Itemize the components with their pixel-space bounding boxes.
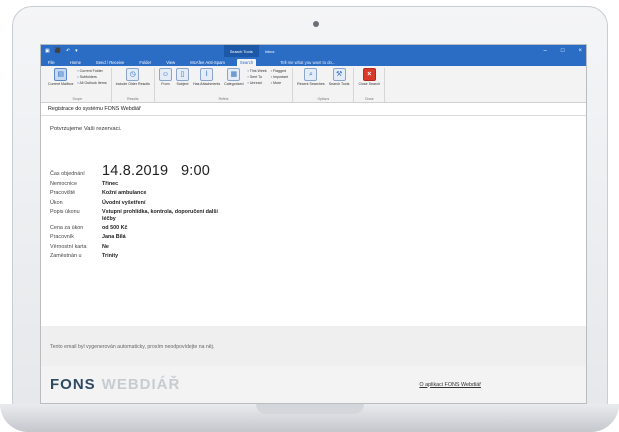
- tab-send-receive[interactable]: Send / Receive: [93, 59, 127, 66]
- folder-label: Inbox: [264, 48, 275, 54]
- clock-icon: ◷: [126, 68, 140, 81]
- search-icon: ⌕: [304, 68, 318, 81]
- detail-row-time: Čas objednání 14.8.2019 9:00: [50, 163, 302, 179]
- include-older-results-button[interactable]: ◷ Include Older Results: [116, 68, 150, 86]
- tab-search[interactable]: Search: [236, 59, 257, 66]
- tools-icon: ⚒: [332, 68, 346, 81]
- detail-row-procedure: Úkon Úvodní vyšetření: [50, 199, 146, 206]
- mail-body: Potvrzujeme Vaši rezervaci. Čas objednán…: [41, 116, 586, 403]
- has-attachments-button[interactable]: ⌇ Has Attachments: [193, 68, 220, 86]
- mail-subject: Registrace do systému FONS Webdiář: [41, 103, 586, 116]
- mailbox-icon: ▤: [54, 68, 68, 81]
- scope-group: ▤ Current Mailbox Current Folder Subfold…: [44, 68, 112, 102]
- search-ribbon: ▤ Current Mailbox Current Folder Subfold…: [41, 66, 586, 103]
- tab-file[interactable]: File: [45, 59, 58, 66]
- detail-row-description: Popis úkonu Vstupní prohlídka, kontrola,…: [50, 209, 218, 222]
- flagged-button[interactable]: Flagged: [271, 69, 288, 73]
- close-window-button[interactable]: ×: [578, 48, 582, 54]
- this-week-button[interactable]: This Week: [248, 69, 267, 73]
- options-group: ⌕ Recent Searches ⚒ Search Tools Options: [293, 68, 355, 102]
- sent-to-button[interactable]: Sent To: [248, 75, 267, 79]
- search-tools-button[interactable]: ⚒ Search Tools: [329, 68, 349, 86]
- tab-mcafee[interactable]: McAfee Anti-Spam: [187, 59, 228, 66]
- tab-view[interactable]: View: [163, 59, 178, 66]
- quick-access-toolbar: ▣ ⬛ ↶ ▾: [45, 48, 78, 54]
- auto-generated-note: Tento email byl vygenerován automaticky,…: [41, 326, 586, 366]
- tab-folder[interactable]: Folder: [136, 59, 154, 66]
- subject-button[interactable]: ▯ Subject: [175, 68, 189, 86]
- from-button[interactable]: ☺ From: [158, 68, 172, 86]
- camera-dot: [313, 21, 319, 27]
- chevron-down-icon[interactable]: ▾: [75, 48, 78, 54]
- detail-row-hospital: Nemocnice Třinec: [50, 181, 119, 187]
- unread-button[interactable]: Unread: [248, 81, 267, 85]
- category-icon: ▦: [227, 68, 241, 81]
- title-bar: ▣ ⬛ ↶ ▾ Search Tools Inbox – □ ×: [41, 45, 586, 57]
- save-icon[interactable]: ⬛: [55, 48, 61, 54]
- detail-row-employer: Zaměstnán u Trinity: [50, 253, 119, 260]
- detail-row-loyalty: Věrnostní karta Ne: [50, 243, 109, 250]
- laptop-notch: [256, 404, 364, 414]
- undo-icon[interactable]: ↶: [66, 48, 70, 54]
- close-search-button[interactable]: × Close Search: [358, 68, 380, 86]
- context-tab-label: Search Tools: [223, 45, 259, 57]
- window-controls: – □ ×: [544, 48, 582, 54]
- maximize-button[interactable]: □: [561, 48, 565, 54]
- outlook-app-icon: ▣: [45, 48, 50, 54]
- tab-home[interactable]: Home: [67, 59, 84, 66]
- laptop-mockup: ▣ ⬛ ↶ ▾ Search Tools Inbox – □ × File Ho…: [0, 0, 619, 432]
- person-icon: ☺: [158, 68, 172, 81]
- detail-row-department: Pracoviště Kožní ambulance: [50, 190, 147, 197]
- greeting-text: Potvrzujeme Vaši rezervaci.: [50, 126, 122, 132]
- tell-me-box[interactable]: Tell me what you want to do...: [277, 59, 338, 66]
- important-button[interactable]: Important: [271, 75, 288, 79]
- close-icon: ×: [362, 68, 376, 81]
- all-outlook-items-button[interactable]: All Outlook Items: [77, 81, 106, 85]
- fons-webdiar-logo: FONS WEBDIÁŘ: [50, 376, 181, 393]
- current-folder-button[interactable]: Current Folder: [77, 69, 106, 73]
- current-mailbox-button[interactable]: ▤ Current Mailbox: [48, 68, 73, 86]
- document-icon: ▯: [175, 68, 189, 81]
- close-group: × Close Search Close: [354, 68, 386, 102]
- reservation-details: Čas objednání 14.8.2019 9:00 Nemocnice T…: [50, 163, 302, 260]
- appointment-datetime: 14.8.2019 9:00: [102, 163, 211, 179]
- subfolders-button[interactable]: Subfolders: [77, 75, 106, 79]
- refine-group: ☺ From ▯ Subject ⌇ Has Attachments ▦ Cat…: [155, 68, 294, 102]
- recent-searches-button[interactable]: ⌕ Recent Searches: [297, 68, 325, 86]
- categorized-button[interactable]: ▦ Categorized: [224, 68, 244, 86]
- results-group: ◷ Include Older Results Results: [112, 68, 155, 102]
- about-app-link[interactable]: O aplikaci FONS Webdiář: [419, 382, 481, 388]
- ribbon-tabs: File Home Send / Receive Folder View McA…: [41, 57, 586, 66]
- paperclip-icon: ⌇: [200, 68, 214, 81]
- outlook-window: ▣ ⬛ ↶ ▾ Search Tools Inbox – □ × File Ho…: [40, 44, 587, 404]
- detail-row-price: Cena za úkon od 500 Kč: [50, 225, 128, 232]
- brand-footer: FONS WEBDIÁŘ O aplikaci FONS Webdiář: [41, 366, 586, 403]
- minimize-button[interactable]: –: [544, 48, 547, 54]
- more-button[interactable]: More: [271, 81, 288, 85]
- detail-row-staff: Pracovník Jana Bílá: [50, 234, 126, 241]
